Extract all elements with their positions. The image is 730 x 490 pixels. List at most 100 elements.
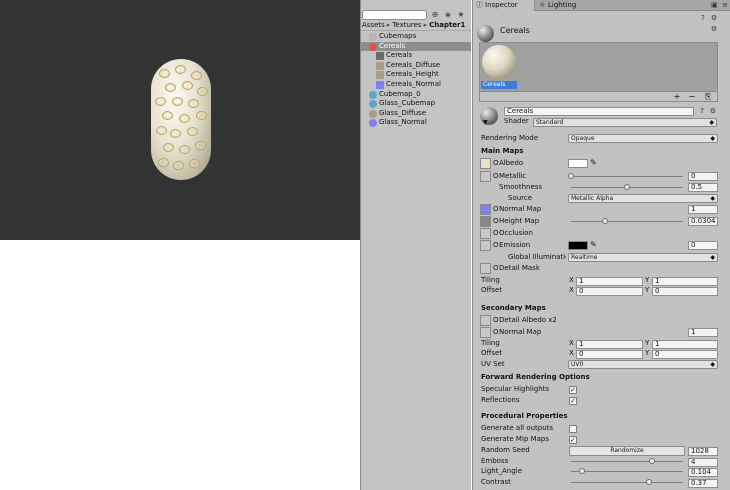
- y-label: Y: [645, 276, 650, 284]
- generate-all-outputs-checkbox[interactable]: [569, 425, 577, 433]
- secondary-offset-x-field[interactable]: 0: [576, 350, 643, 359]
- secondary-tiling-y-field[interactable]: 1: [652, 340, 718, 349]
- foldout-arrow-icon[interactable]: ▼: [483, 119, 488, 126]
- asset-item[interactable]: Cubemaps: [361, 32, 471, 42]
- generate-mip-maps-checkbox[interactable]: ✓: [569, 436, 577, 444]
- breadcrumb-assets[interactable]: Assets: [362, 21, 385, 29]
- contrast-value-field[interactable]: 0.37: [688, 479, 718, 488]
- material-help-icon[interactable]: ?: [698, 107, 706, 115]
- metallic-texture-slot[interactable]: [480, 171, 491, 182]
- source-dropdown[interactable]: Metallic Alpha ◆: [568, 194, 718, 203]
- slider-knob[interactable]: [646, 479, 653, 485]
- tab-lock-icon[interactable]: ▣: [711, 1, 718, 9]
- preview-thumbnail[interactable]: [482, 45, 516, 79]
- header-gear-icon[interactable]: ⚙: [710, 25, 718, 33]
- normal-map-value-field[interactable]: 1: [688, 205, 718, 214]
- remove-icon[interactable]: −: [685, 92, 699, 101]
- y-label: Y: [645, 349, 650, 357]
- specular-highlights-checkbox[interactable]: ✓: [569, 386, 577, 394]
- tab-menu-icon[interactable]: ≡: [722, 1, 728, 9]
- dropdown-arrow-icon: ◆: [710, 195, 715, 202]
- dropdown-arrow-icon: ◆: [710, 361, 715, 368]
- cereal-capsule-render[interactable]: [151, 59, 211, 180]
- light-angle-slider[interactable]: [571, 467, 683, 476]
- rendering-mode-label: Rendering Mode: [481, 134, 539, 142]
- emboss-value-field[interactable]: 4: [688, 458, 718, 467]
- project-search-input[interactable]: [362, 10, 427, 20]
- shader-dropdown[interactable]: Standard ◆: [533, 118, 717, 127]
- contrast-slider[interactable]: [571, 478, 683, 487]
- detail-mask-texture-slot[interactable]: [480, 263, 491, 274]
- tab-inspector[interactable]: ⓘ Inspector: [473, 0, 535, 11]
- detail-albedo-texture-slot[interactable]: [480, 315, 491, 326]
- albedo-texture-slot[interactable]: [480, 158, 491, 169]
- secondary-normal-texture-slot[interactable]: [480, 327, 491, 338]
- breadcrumb-chapter[interactable]: Chapter1: [429, 21, 465, 29]
- slider-knob[interactable]: [648, 458, 655, 464]
- normal-map-texture-slot[interactable]: [480, 204, 491, 215]
- preview-label: Cereals: [481, 81, 517, 89]
- slider-knob[interactable]: [624, 184, 630, 190]
- asset-item[interactable]: Glass_Cubemap: [361, 99, 471, 109]
- randomize-button[interactable]: Randomize: [569, 446, 685, 456]
- procedural-properties-title: Procedural Properties: [481, 412, 568, 420]
- uv-set-dropdown[interactable]: UV0 ◆: [568, 360, 718, 369]
- height-map-texture-slot[interactable]: [480, 216, 491, 227]
- asset-item[interactable]: Cubemap_0: [361, 90, 471, 100]
- slider-knob[interactable]: [568, 173, 574, 179]
- asset-item[interactable]: Cereals_Height: [361, 70, 471, 80]
- eyedropper-icon[interactable]: ✎: [590, 158, 597, 167]
- main-offset-y-field[interactable]: 0: [652, 287, 718, 296]
- smoothness-value-field[interactable]: 0.5: [688, 183, 718, 192]
- occlusion-texture-slot[interactable]: [480, 228, 491, 239]
- reflections-checkbox[interactable]: ✓: [569, 397, 577, 405]
- asset-item[interactable]: ▼Cereals: [361, 41, 471, 52]
- slider-knob[interactable]: [579, 468, 586, 474]
- settings-gear-icon[interactable]: ⚙: [710, 14, 718, 22]
- slider-knob[interactable]: [601, 218, 608, 224]
- asset-item[interactable]: Glass_Diffuse: [361, 109, 471, 119]
- material-settings-icon[interactable]: ⚙: [709, 107, 717, 115]
- main-tiling-y-field[interactable]: 1: [652, 277, 718, 286]
- emission-color-field[interactable]: [568, 241, 588, 250]
- add-icon[interactable]: +: [670, 92, 684, 101]
- metallic-slider[interactable]: [568, 172, 683, 181]
- metallic-label: Metallic: [499, 172, 527, 180]
- asset-item[interactable]: Cereals: [361, 51, 471, 61]
- secondary-tiling-label: Tiling: [481, 339, 500, 347]
- light-angle-value-field[interactable]: 0.104: [688, 468, 718, 477]
- secondary-normal-value-field[interactable]: 1: [688, 328, 718, 337]
- asset-item[interactable]: Glass_Normal: [361, 118, 471, 128]
- help-icon[interactable]: ?: [699, 14, 707, 22]
- metallic-value-field[interactable]: 0: [688, 172, 718, 181]
- star-icon[interactable]: ★: [456, 10, 466, 20]
- lock-icon[interactable]: ⊕: [430, 10, 440, 20]
- duplicate-icon[interactable]: ⎘: [701, 92, 715, 101]
- eyedropper-icon[interactable]: ✎: [590, 240, 597, 249]
- main-offset-x-field[interactable]: 0: [576, 287, 643, 296]
- shader-label: Shader: [504, 117, 529, 125]
- breadcrumb-textures[interactable]: Textures: [392, 21, 421, 29]
- global-illumination-dropdown[interactable]: Realtime ◆: [568, 253, 718, 262]
- asset-item[interactable]: Cereals_Diffuse: [361, 61, 471, 71]
- material-name-field[interactable]: Cereals: [504, 107, 694, 116]
- emboss-slider[interactable]: [571, 457, 683, 466]
- asset-item[interactable]: Cereals_Normal: [361, 80, 471, 90]
- secondary-offset-y-field[interactable]: 0: [652, 350, 718, 359]
- emission-value-field[interactable]: 0: [688, 241, 718, 250]
- height-map-value-field[interactable]: 0.0304: [688, 217, 718, 226]
- tag-icon[interactable]: ◈: [443, 10, 453, 20]
- rendering-mode-dropdown[interactable]: Opaque ◆: [568, 134, 718, 143]
- emission-texture-slot[interactable]: [480, 240, 491, 251]
- preview-toolbar: + − ⎘: [480, 91, 717, 101]
- height-map-slider[interactable]: [571, 217, 683, 226]
- x-label: X: [569, 286, 574, 294]
- random-seed-field[interactable]: 1028: [688, 447, 718, 456]
- secondary-tiling-x-field[interactable]: 1: [576, 340, 643, 349]
- smoothness-slider[interactable]: [571, 183, 683, 192]
- scene-viewport[interactable]: [0, 0, 360, 240]
- albedo-color-field[interactable]: [568, 159, 588, 168]
- tab-lighting[interactable]: ☼ Lighting: [536, 0, 596, 11]
- project-panel: ⊕ ◈ ★ Assets▸Textures▸Chapter1 Cubemaps▼…: [360, 0, 471, 490]
- main-tiling-x-field[interactable]: 1: [576, 277, 643, 286]
